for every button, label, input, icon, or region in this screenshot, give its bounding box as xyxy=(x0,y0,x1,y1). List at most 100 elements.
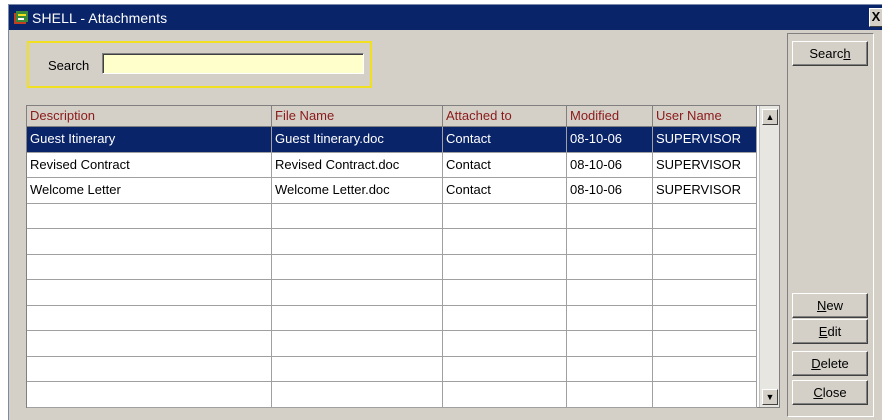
cell-user-name[interactable]: SUPERVISOR xyxy=(653,152,757,178)
table-row[interactable]: Guest Itinerary Guest Itinerary.doc Cont… xyxy=(27,127,757,153)
cell-attached-to[interactable]: Contact xyxy=(443,127,567,153)
cell-file-name[interactable] xyxy=(272,229,443,255)
column-header-modified[interactable]: Modified xyxy=(567,106,653,127)
cell-description[interactable]: Welcome Letter xyxy=(27,178,272,204)
close-button-label-rest: lose xyxy=(822,384,847,400)
new-button-label-rest: ew xyxy=(826,297,843,313)
cell-file-name[interactable] xyxy=(272,254,443,280)
attachments-window: SHELL - Attachments X Search Description… xyxy=(8,4,882,420)
scroll-up-arrow-icon[interactable]: ▲ xyxy=(762,109,778,125)
delete-button-label-rest: elete xyxy=(820,355,849,371)
cell-description[interactable] xyxy=(27,356,272,382)
search-button-label: Searc xyxy=(809,45,844,61)
delete-button-mnemonic: D xyxy=(811,355,821,371)
empty-table-row[interactable] xyxy=(27,280,757,306)
cell-user-name[interactable] xyxy=(653,305,757,331)
cell-user-name[interactable] xyxy=(653,229,757,255)
delete-button[interactable]: Delete xyxy=(792,351,868,376)
cell-description[interactable] xyxy=(27,254,272,280)
cell-file-name[interactable] xyxy=(272,280,443,306)
cell-file-name[interactable]: Welcome Letter.doc xyxy=(272,178,443,204)
cell-file-name[interactable] xyxy=(272,203,443,229)
edit-button-label-rest: dit xyxy=(827,323,842,339)
table-header: Description File Name Attached to Modifi… xyxy=(27,106,757,127)
close-button-mnemonic: C xyxy=(813,384,823,400)
cell-file-name[interactable]: Revised Contract.doc xyxy=(272,152,443,178)
cell-description[interactable] xyxy=(27,331,272,357)
cell-file-name[interactable]: Guest Itinerary.doc xyxy=(272,127,443,153)
cell-modified[interactable]: 08-10-06 xyxy=(567,127,653,153)
table-row[interactable]: Revised Contract Revised Contract.doc Co… xyxy=(27,152,757,178)
close-button[interactable]: Close xyxy=(792,380,868,405)
search-label: Search xyxy=(48,58,90,73)
scroll-down-arrow-icon[interactable]: ▼ xyxy=(762,389,778,405)
cell-user-name[interactable] xyxy=(653,203,757,229)
cell-modified[interactable] xyxy=(567,305,653,331)
cell-attached-to[interactable] xyxy=(443,229,567,255)
empty-table-row[interactable] xyxy=(27,382,757,408)
cell-description[interactable]: Revised Contract xyxy=(27,152,272,178)
cell-user-name[interactable] xyxy=(653,382,757,408)
table-body: Guest Itinerary Guest Itinerary.doc Cont… xyxy=(27,127,757,408)
cell-description[interactable] xyxy=(27,280,272,306)
new-button[interactable]: New xyxy=(792,293,868,318)
search-button-mnemonic: h xyxy=(843,45,851,61)
button-panel: Search New Edit Delete Close xyxy=(787,33,874,417)
cell-modified[interactable] xyxy=(567,229,653,255)
cell-description[interactable] xyxy=(27,229,272,255)
search-area: Search xyxy=(27,41,372,88)
cell-attached-to[interactable]: Contact xyxy=(443,152,567,178)
cell-file-name[interactable] xyxy=(272,305,443,331)
column-header-file-name[interactable]: File Name xyxy=(272,106,443,127)
title-bar[interactable]: SHELL - Attachments X xyxy=(9,5,882,30)
vertical-scrollbar[interactable]: ▲ ▼ xyxy=(759,106,779,407)
cell-attached-to[interactable] xyxy=(443,280,567,306)
cell-modified[interactable] xyxy=(567,203,653,229)
search-button[interactable]: Search xyxy=(792,41,868,66)
cell-user-name[interactable] xyxy=(653,356,757,382)
column-header-user-name[interactable]: User Name xyxy=(653,106,757,127)
cell-modified[interactable] xyxy=(567,356,653,382)
empty-table-row[interactable] xyxy=(27,356,757,382)
cell-description[interactable] xyxy=(27,305,272,331)
close-window-button[interactable]: X xyxy=(869,8,882,27)
empty-table-row[interactable] xyxy=(27,331,757,357)
cell-modified[interactable] xyxy=(567,280,653,306)
cell-modified[interactable]: 08-10-06 xyxy=(567,178,653,204)
cell-attached-to[interactable] xyxy=(443,356,567,382)
cell-attached-to[interactable]: Contact xyxy=(443,178,567,204)
empty-table-row[interactable] xyxy=(27,203,757,229)
cell-file-name[interactable] xyxy=(272,382,443,408)
cell-modified[interactable]: 08-10-06 xyxy=(567,152,653,178)
cell-attached-to[interactable] xyxy=(443,331,567,357)
edit-button[interactable]: Edit xyxy=(792,319,868,344)
cell-user-name[interactable] xyxy=(653,280,757,306)
column-header-attached-to[interactable]: Attached to xyxy=(443,106,567,127)
cell-user-name[interactable] xyxy=(653,331,757,357)
cell-attached-to[interactable] xyxy=(443,254,567,280)
cell-description[interactable] xyxy=(27,203,272,229)
cell-modified[interactable] xyxy=(567,254,653,280)
attachments-table: Description File Name Attached to Modifi… xyxy=(26,105,780,408)
cell-modified[interactable] xyxy=(567,382,653,408)
search-input[interactable] xyxy=(102,53,364,74)
cell-user-name[interactable]: SUPERVISOR xyxy=(653,178,757,204)
cell-file-name[interactable] xyxy=(272,331,443,357)
empty-table-row[interactable] xyxy=(27,254,757,280)
empty-table-row[interactable] xyxy=(27,229,757,255)
cell-description[interactable]: Guest Itinerary xyxy=(27,127,272,153)
cell-description[interactable] xyxy=(27,382,272,408)
column-header-description[interactable]: Description xyxy=(27,106,272,127)
main-panel: Search Description File Name Attached to… xyxy=(16,33,780,417)
table-row[interactable]: Welcome Letter Welcome Letter.doc Contac… xyxy=(27,178,757,204)
cell-user-name[interactable] xyxy=(653,254,757,280)
cell-file-name[interactable] xyxy=(272,356,443,382)
cell-modified[interactable] xyxy=(567,331,653,357)
cell-attached-to[interactable] xyxy=(443,203,567,229)
cell-user-name[interactable]: SUPERVISOR xyxy=(653,127,757,153)
window-title: SHELL - Attachments xyxy=(32,9,168,26)
cell-attached-to[interactable] xyxy=(443,305,567,331)
new-button-mnemonic: N xyxy=(816,297,827,313)
cell-attached-to[interactable] xyxy=(443,382,567,408)
empty-table-row[interactable] xyxy=(27,305,757,331)
